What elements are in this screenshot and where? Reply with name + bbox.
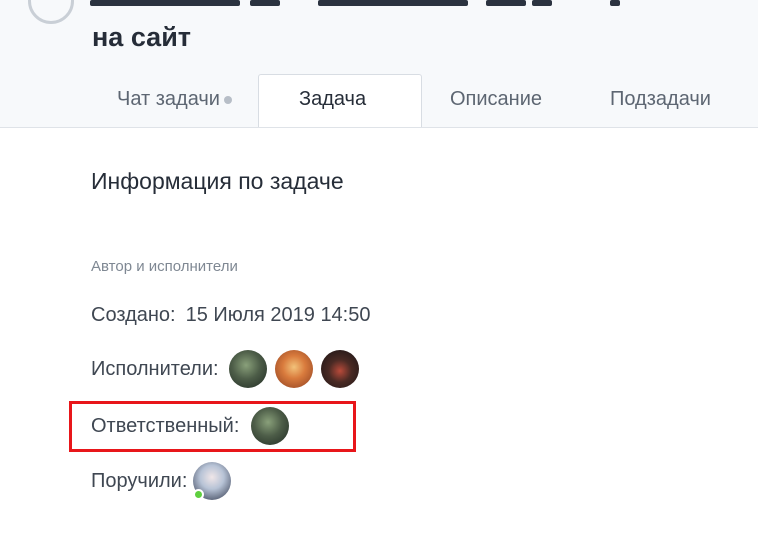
tab-chat-label: Чат задачи xyxy=(117,88,220,110)
task-header: на сайт Чат задачи Задача Описание Подза… xyxy=(0,0,758,128)
task-tabs: Чат задачи Задача Описание Подзадачи xyxy=(0,74,758,127)
tab-description[interactable]: Описание xyxy=(450,88,542,111)
task-title: на сайт xyxy=(92,22,192,52)
tab-chat[interactable]: Чат задачи xyxy=(117,88,232,111)
created-row: Создано: 15 Июля 2019 14:50 xyxy=(91,304,371,327)
performers-label: Исполнители: xyxy=(91,357,219,380)
assigned-by-row: Поручили: xyxy=(91,462,232,500)
avatar-green-icon[interactable] xyxy=(228,350,267,388)
avatar-person-icon[interactable] xyxy=(193,462,232,500)
responsible-highlight xyxy=(69,401,356,452)
tab-subtasks[interactable]: Подзадачи xyxy=(610,88,711,111)
assigned-by-label: Поручили: xyxy=(91,469,188,492)
performers-row: Исполнители: xyxy=(91,350,359,388)
avatar-dark-icon[interactable] xyxy=(320,350,359,388)
task-title-line1-cut xyxy=(90,0,690,10)
section-title: Информация по задаче xyxy=(91,168,344,194)
online-status-icon xyxy=(193,489,205,500)
avatar-food-icon[interactable] xyxy=(274,350,313,388)
back-button[interactable] xyxy=(28,0,74,24)
group-label: Автор и исполнители xyxy=(91,258,238,275)
created-value: 15 Июля 2019 14:50 xyxy=(185,304,371,326)
unread-dot-icon xyxy=(223,95,232,104)
tab-task[interactable]: Задача xyxy=(299,88,366,111)
created-label: Создано: xyxy=(91,304,176,326)
